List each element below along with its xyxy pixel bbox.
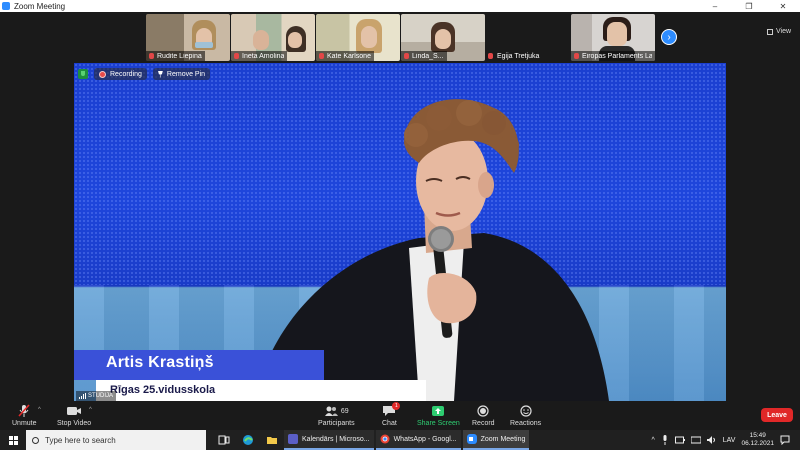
video-camera-icon — [67, 407, 82, 415]
battery-icon[interactable] — [674, 436, 685, 444]
view-label: View — [776, 28, 792, 35]
participant-name: Eiropas Parlaments Lat... — [582, 52, 652, 60]
security-shield-icon[interactable] — [78, 69, 88, 79]
share-screen-icon — [432, 406, 445, 416]
leave-button[interactable]: Leave — [761, 408, 793, 422]
search-icon — [32, 436, 39, 444]
close-button[interactable]: ✕ — [766, 0, 800, 12]
teams-calendar-icon — [288, 434, 298, 444]
recording-label: Recording — [110, 70, 142, 78]
studio-label: STUDIJA — [88, 393, 114, 399]
remove-pin-button[interactable]: Remove Pin — [152, 68, 211, 80]
volume-icon[interactable] — [706, 436, 717, 444]
remove-pin-label: Remove Pin — [166, 70, 206, 78]
taskbar-search[interactable]: Type here to search — [26, 430, 206, 450]
taskbar-app-calendar[interactable]: Kalendārs | Microso... — [284, 430, 374, 450]
zoom-logo-icon — [2, 2, 10, 10]
start-button[interactable] — [0, 430, 26, 450]
notifications-icon[interactable] — [780, 435, 790, 445]
taskbar-app-zoom[interactable]: Zoom Meeting — [462, 430, 530, 450]
participant-name: Kate Karlsone — [327, 52, 371, 60]
edge-browser-icon — [243, 435, 253, 445]
active-speaker-video[interactable]: Artis Krastiņš Rīgas 25.vidusskola STUDI… — [74, 63, 726, 401]
grid-view-icon — [767, 28, 773, 35]
task-view-button[interactable] — [212, 430, 236, 450]
smiley-icon — [519, 405, 532, 417]
muted-mic-icon — [488, 53, 493, 59]
unmute-button[interactable]: Unmute — [12, 404, 37, 427]
file-explorer-button[interactable] — [260, 430, 284, 450]
chat-unread-badge: 1 — [392, 402, 401, 410]
system-tray: ^ LAV 15:49 06.12.2021 — [651, 430, 800, 450]
record-icon — [477, 405, 489, 417]
zoom-app-icon — [466, 434, 477, 444]
stop-video-button[interactable]: Stop Video — [57, 404, 91, 427]
restore-button[interactable]: ❐ — [732, 0, 766, 12]
zoom-window: Zoom Meeting – ❐ ✕ Rudite Liepina Ineta … — [0, 0, 800, 450]
muted-mic-icon — [149, 53, 154, 59]
muted-mic-icon — [234, 53, 239, 59]
participant-tile[interactable]: Ineta Amolina — [231, 14, 315, 61]
participant-tile[interactable]: Kate Karlsone — [316, 14, 400, 61]
language-indicator[interactable]: LAV — [723, 437, 736, 444]
participant-name: Linda_S... — [412, 52, 444, 60]
chrome-icon — [380, 434, 390, 444]
share-screen-button[interactable]: Share Screen — [417, 404, 460, 427]
recording-dot-icon — [99, 70, 106, 78]
muted-microphone-icon — [18, 404, 30, 417]
participant-name: Rudite Liepina — [157, 52, 202, 60]
minimize-button[interactable]: – — [698, 0, 732, 12]
participant-name: Ineta Amolina — [242, 52, 285, 60]
task-view-icon — [218, 435, 230, 445]
edge-button[interactable] — [236, 430, 260, 450]
speaker-name: Artis Krastiņš — [106, 354, 214, 371]
muted-mic-icon — [404, 53, 409, 59]
pin-icon — [157, 70, 163, 78]
record-button[interactable]: Record — [472, 404, 495, 427]
title-bar: Zoom Meeting – ❐ ✕ — [0, 0, 800, 12]
window-title: Zoom Meeting — [14, 1, 66, 11]
video-options-caret-icon[interactable]: ^ — [89, 407, 92, 413]
taskbar-clock[interactable]: 15:49 06.12.2021 — [741, 432, 774, 448]
participants-button[interactable]: 69 Participants — [318, 404, 355, 427]
participant-strip: Rudite Liepina Ineta Amolina Kate Karlso… — [0, 12, 800, 62]
microphone-tray-icon[interactable] — [661, 435, 669, 445]
next-page-button[interactable]: › — [661, 29, 677, 45]
network-icon[interactable] — [690, 436, 701, 444]
view-button[interactable]: View — [767, 28, 791, 35]
search-placeholder: Type here to search — [45, 435, 116, 445]
speaker-subtitle: Rīgas 25.vidusskola — [110, 384, 216, 396]
participant-name: Egija Tretjuka — [497, 52, 540, 60]
studio-tag: STUDIJA — [76, 391, 117, 401]
reactions-button[interactable]: Reactions — [510, 404, 541, 427]
chat-button[interactable]: 1 Chat — [382, 402, 401, 427]
participant-tile[interactable]: Egija Tretjuka — [485, 14, 569, 61]
clock-date: 06.12.2021 — [741, 440, 774, 447]
meeting-toolbar: Unmute ^ Stop Video ^ 69 Participants 1 … — [0, 401, 800, 430]
muted-mic-icon — [574, 53, 579, 59]
participant-tile[interactable]: Linda_S... — [401, 14, 485, 61]
windows-logo-icon — [8, 435, 18, 445]
participant-tile[interactable]: Rudite Liepina — [146, 14, 230, 61]
tray-overflow-chevron-icon[interactable]: ^ — [651, 437, 654, 444]
participants-icon — [324, 406, 338, 416]
participants-count: 69 — [340, 407, 349, 415]
clock-time: 15:49 — [749, 432, 766, 439]
folder-icon — [267, 437, 277, 444]
muted-mic-icon — [319, 53, 324, 59]
recording-indicator[interactable]: Recording — [94, 68, 147, 80]
signal-icon — [79, 393, 86, 399]
video-top-controls: Recording Remove Pin — [78, 68, 211, 80]
audio-options-caret-icon[interactable]: ^ — [38, 407, 41, 413]
participant-tile[interactable]: Eiropas Parlaments Lat... — [571, 14, 655, 61]
window-controls: – ❐ ✕ — [698, 0, 800, 12]
taskbar-app-whatsapp[interactable]: WhatsApp - Googl... — [375, 430, 461, 450]
